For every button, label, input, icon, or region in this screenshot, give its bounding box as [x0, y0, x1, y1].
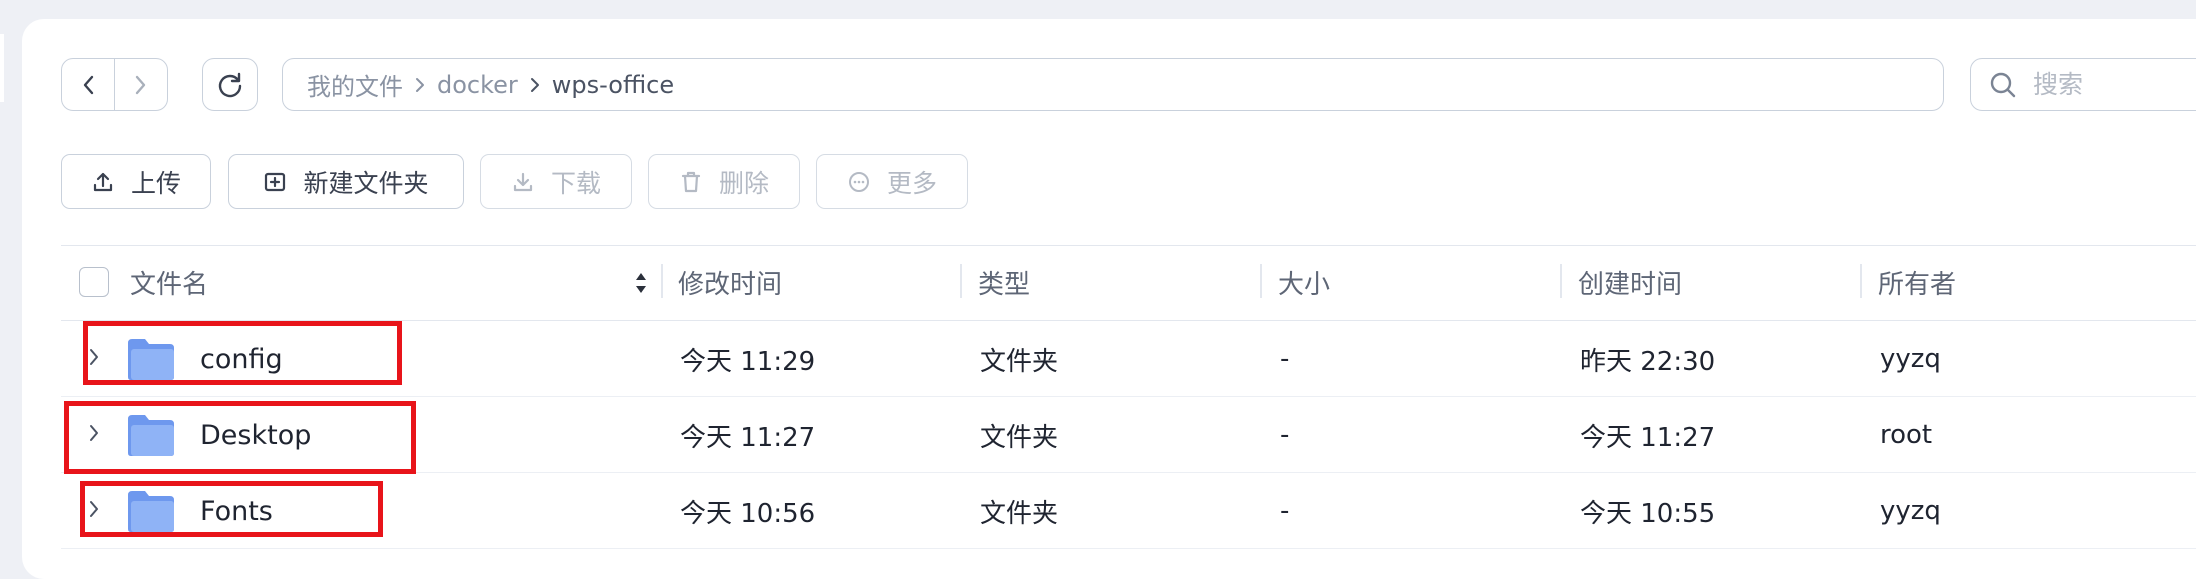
- trash-icon: [681, 171, 701, 192]
- highlight-box: [80, 481, 383, 537]
- breadcrumb-item-my-files[interactable]: 我的文件: [307, 67, 403, 102]
- chevron-right-icon: [135, 75, 146, 94]
- created-time: 昨天 22:30: [1580, 346, 1716, 377]
- column-header-created[interactable]: 创建时间: [1578, 246, 1682, 319]
- upload-label: 上传: [130, 168, 181, 198]
- sort-icon[interactable]: [633, 267, 649, 299]
- file-size: -: [1280, 344, 1290, 374]
- owner: yyzq: [1880, 344, 1941, 374]
- column-header-size[interactable]: 大小: [1278, 246, 1330, 319]
- column-divider[interactable]: [960, 264, 962, 298]
- highlight-box: [64, 401, 416, 474]
- back-button[interactable]: [62, 59, 114, 110]
- table-header: 文件名 修改时间 类型 大小 创建时间 所有者: [61, 245, 2196, 321]
- refresh-icon: [218, 72, 242, 97]
- upload-button[interactable]: 上传: [61, 154, 211, 209]
- download-button[interactable]: 下载: [480, 154, 632, 209]
- column-divider[interactable]: [1560, 264, 1562, 298]
- select-all-checkbox[interactable]: [79, 267, 109, 297]
- download-label: 下载: [550, 168, 601, 198]
- new-folder-icon: [265, 172, 286, 191]
- breadcrumb-separator-icon: [415, 77, 425, 93]
- breadcrumb-item-current[interactable]: wps-office: [552, 71, 674, 99]
- column-divider[interactable]: [1860, 264, 1862, 298]
- column-header-type[interactable]: 类型: [978, 246, 1030, 319]
- more-label: 更多: [886, 168, 937, 198]
- chevron-left-icon: [83, 75, 94, 94]
- file-type: 文件夹: [980, 346, 1059, 377]
- breadcrumb[interactable]: 我的文件 docker wps-office: [282, 58, 1944, 111]
- more-button[interactable]: 更多: [816, 154, 968, 209]
- download-icon: [513, 172, 533, 191]
- breadcrumb-item-docker[interactable]: docker: [437, 71, 518, 99]
- new-folder-label: 新建文件夹: [303, 168, 429, 198]
- upload-icon: [93, 172, 113, 191]
- search-input[interactable]: [2031, 69, 2185, 100]
- modified-time: 今天 11:27: [680, 422, 816, 453]
- column-header-modified[interactable]: 修改时间: [678, 246, 782, 319]
- modified-time: 今天 10:56: [680, 498, 816, 529]
- file-size: -: [1280, 496, 1290, 526]
- search-icon: [1990, 72, 2016, 97]
- history-nav-group: [61, 58, 168, 111]
- column-divider[interactable]: [661, 264, 663, 298]
- search-box[interactable]: [1970, 58, 2196, 111]
- owner: yyzq: [1880, 496, 1941, 526]
- file-size: -: [1280, 420, 1290, 450]
- new-folder-button[interactable]: 新建文件夹: [228, 154, 464, 209]
- more-icon: [848, 171, 869, 192]
- sidebar-edge: [0, 34, 4, 102]
- forward-button[interactable]: [114, 59, 167, 110]
- breadcrumb-separator-icon: [530, 77, 540, 93]
- delete-label: 删除: [718, 168, 769, 198]
- column-header-name[interactable]: 文件名: [130, 246, 208, 319]
- highlight-box: [83, 321, 402, 385]
- refresh-button[interactable]: [202, 58, 258, 111]
- created-time: 今天 10:55: [1580, 498, 1716, 529]
- created-time: 今天 11:27: [1580, 422, 1716, 453]
- file-type: 文件夹: [980, 498, 1059, 529]
- file-type: 文件夹: [980, 422, 1059, 453]
- column-header-owner[interactable]: 所有者: [1878, 246, 1956, 319]
- owner: root: [1880, 420, 1933, 450]
- modified-time: 今天 11:29: [680, 346, 816, 377]
- column-divider[interactable]: [1260, 264, 1262, 298]
- delete-button[interactable]: 删除: [648, 154, 800, 209]
